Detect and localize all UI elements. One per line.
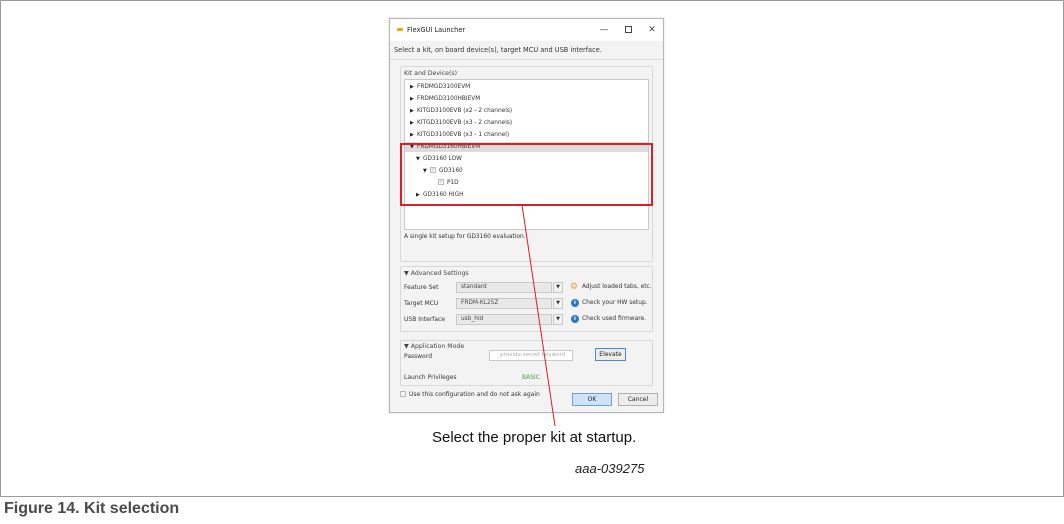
application-mode-label: Application Mode [410, 343, 465, 350]
figure-id: aaa-039275 [575, 461, 645, 476]
maximize-icon [624, 26, 632, 33]
info-icon: i [571, 299, 579, 307]
kit-description: A single kit setup for GD3160 evaluation… [404, 234, 526, 240]
usb-interface-label: USB Interface [404, 316, 446, 323]
device-checkbox[interactable]: ✓ [438, 178, 444, 185]
tree-item-frdmgd3160hbievm[interactable]: ▼ FRDMGD3160HBIEVM [405, 142, 648, 152]
target-mcu-label: Target MCU [404, 300, 439, 307]
chevron-down-icon[interactable]: ▼ [553, 314, 563, 325]
collapse-icon[interactable]: ▼ [416, 154, 423, 164]
cancel-button[interactable]: Cancel [618, 393, 658, 406]
password-input[interactable]: provide secret keyword [489, 350, 573, 361]
target-mcu-hint: Check your HW setup. [582, 300, 648, 306]
tree-item-p1d[interactable]: ✓ P1D [405, 178, 648, 188]
kit-tree[interactable]: ▶ FRDMGD3100EVM ▶ FRDMGD3100HBIEVM ▶ KITGD3… [404, 79, 649, 230]
launcher-window: FlexGUI Launcher — ✕ Select a kit, on bo… [389, 18, 664, 413]
expand-icon[interactable]: ▶ [416, 190, 423, 200]
gear-icon: ⚙ [570, 282, 579, 292]
kit-group-label: Kit and Device(s) [404, 70, 457, 77]
tree-item-gd3160-low[interactable]: ▼ GD3160 LOW [405, 154, 648, 164]
tree-item-label: GD3160 [439, 168, 463, 174]
advanced-settings-label: Advanced Settings [410, 270, 469, 277]
maximize-button[interactable] [618, 23, 638, 37]
tree-item-kitgd3100evb-x3-1ch[interactable]: ▶ KITGD3100EVB (x3 - 1 channel) [405, 130, 648, 140]
tree-item-label: FRDMGD3100HBIEVM [417, 96, 481, 102]
collapse-icon[interactable]: ▼ [423, 166, 430, 176]
app-icon [397, 28, 403, 31]
title-bar[interactable]: FlexGUI Launcher — ✕ [390, 19, 663, 41]
info-icon: i [571, 315, 579, 323]
collapse-icon: ▼ [404, 270, 409, 277]
figure-caption: Figure 14. Kit selection [4, 500, 180, 517]
collapse-icon[interactable]: ▼ [410, 142, 417, 152]
tree-item-frdmgd3100hbievm[interactable]: ▶ FRDMGD3100HBIEVM [405, 94, 648, 104]
advanced-settings-header[interactable]: ▼ Advanced Settings [404, 270, 469, 277]
chevron-down-icon[interactable]: ▼ [553, 282, 563, 293]
expand-icon[interactable]: ▶ [410, 94, 417, 104]
ok-button[interactable]: OK [572, 393, 612, 406]
divider [390, 59, 663, 60]
chevron-down-icon[interactable]: ▼ [553, 298, 563, 309]
tree-item-label: KITGD3100EVB (x3 - 1 channel) [417, 132, 510, 138]
target-mcu-select[interactable]: FRDM-KL25Z [456, 298, 552, 309]
close-button[interactable]: ✕ [642, 23, 662, 37]
tree-item-label: FRDMGD3160HBIEVM [417, 144, 481, 150]
tree-item-label: KITGD3100EVB (x3 - 2 channels) [417, 120, 513, 126]
elevate-button[interactable]: Elevate [595, 348, 626, 361]
usb-interface-hint: Check used firmware. [582, 316, 647, 322]
tree-item-label: GD3160 HIGH [423, 192, 464, 198]
instruction-text: Select a kit, on board device(s), target… [394, 46, 602, 54]
tree-item-frdmgd3100evm[interactable]: ▶ FRDMGD3100EVM [405, 82, 648, 92]
application-mode-header[interactable]: ▼ Application Mode [404, 343, 464, 350]
expand-icon[interactable]: ▶ [410, 118, 417, 128]
tree-item-gd3160-high[interactable]: ▶ GD3160 HIGH [405, 190, 648, 200]
expand-icon[interactable]: ▶ [410, 82, 417, 92]
tree-item-gd3160[interactable]: ▼ ✓ GD3160 [405, 166, 648, 176]
collapse-icon: ▼ [404, 343, 409, 350]
remember-checkbox[interactable] [400, 390, 406, 397]
remember-row[interactable]: Use this configuration and do not ask ag… [400, 390, 540, 400]
feature-set-label: Feature Set [404, 284, 439, 291]
password-label: Password [404, 353, 433, 360]
device-checkbox[interactable]: ✓ [430, 166, 436, 173]
window-title: FlexGUI Launcher [407, 26, 466, 34]
usb-interface-select[interactable]: usb_hid [456, 314, 552, 325]
feature-set-select[interactable]: standard [456, 282, 552, 293]
tree-item-label: GD3160 LOW [423, 156, 462, 162]
tree-item-label: FRDMGD3100EVM [417, 84, 471, 90]
expand-icon[interactable]: ▶ [410, 130, 417, 140]
tree-item-kitgd3100evb-x3-2ch[interactable]: ▶ KITGD3100EVB (x3 - 2 channels) [405, 118, 648, 128]
privileges-value: BASIC [522, 374, 540, 381]
remember-label: Use this configuration and do not ask ag… [409, 391, 540, 398]
callout-text: Select the proper kit at startup. [432, 429, 637, 446]
expand-icon[interactable]: ▶ [410, 106, 417, 116]
launch-privileges-label: Launch Privileges [404, 374, 457, 381]
tree-item-label: KITGD3100EVB (x2 - 2 channels) [417, 108, 513, 114]
minimize-button[interactable]: — [594, 23, 614, 37]
tree-item-label: P1D [447, 180, 459, 186]
feature-set-hint: Adjust loaded tabs, etc. [582, 284, 652, 290]
tree-item-kitgd3100evb-x2-2ch[interactable]: ▶ KITGD3100EVB (x2 - 2 channels) [405, 106, 648, 116]
